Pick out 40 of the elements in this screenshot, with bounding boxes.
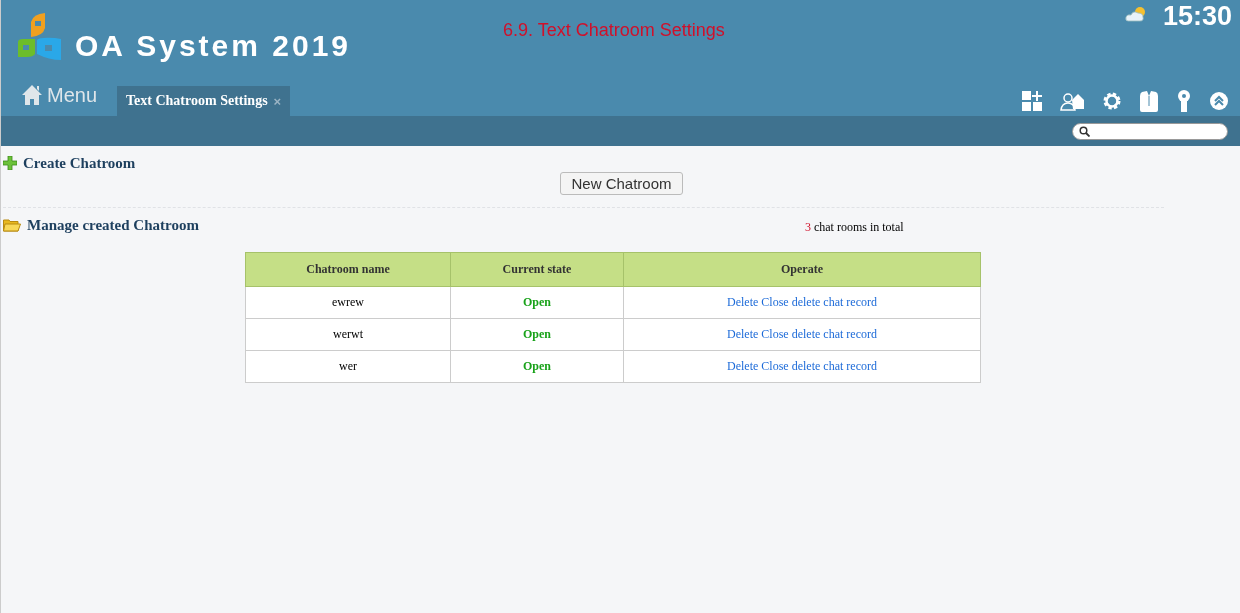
action-link[interactable]: Delete <box>727 295 759 309</box>
search-field[interactable] <box>1072 122 1228 140</box>
column-header: Operate <box>623 252 981 287</box>
column-header: Chatroom name <box>245 252 451 287</box>
collapse-icon[interactable] <box>1210 92 1228 110</box>
new-chatroom-button[interactable]: New Chatroom <box>560 172 683 195</box>
table-cell: werwt <box>245 318 451 351</box>
column-header: Current state <box>450 252 624 287</box>
action-link[interactable]: Close <box>761 359 789 373</box>
action-link[interactable]: Delete <box>727 359 759 373</box>
action-link[interactable]: Close <box>761 327 789 341</box>
app-title: OA System 2019 <box>75 29 352 63</box>
action-link[interactable]: delete chat record <box>791 359 877 373</box>
action-link[interactable]: Delete <box>727 327 759 341</box>
shirt-icon[interactable] <box>1140 90 1158 112</box>
user-home-icon[interactable] <box>1060 91 1084 111</box>
action-link[interactable]: Close <box>761 295 789 309</box>
table-cell: wer <box>245 350 451 383</box>
grid-add-icon[interactable] <box>1022 91 1042 111</box>
menu-button[interactable]: Menu <box>21 80 98 110</box>
status-cell: Open <box>450 286 624 319</box>
status-cell: Open <box>450 350 624 383</box>
action-link[interactable]: delete chat record <box>791 295 877 309</box>
tab[interactable]: Text Chatroom Settings × <box>117 86 291 116</box>
home-icon <box>21 84 43 106</box>
folder-icon <box>3 218 21 232</box>
status-cell: Open <box>450 318 624 351</box>
plus-icon <box>3 156 17 170</box>
search-icon <box>1079 125 1090 137</box>
section-title: Manage created Chatroom <box>27 216 199 234</box>
clock-time: 15:30 <box>1162 1 1232 32</box>
section-title: Create Chatroom <box>23 154 136 172</box>
table-cell: ewrew <box>245 286 451 319</box>
caption-text: 6.9. Text Chatroom Settings <box>503 20 725 41</box>
tab-label: Text Chatroom Settings <box>126 93 268 109</box>
key-icon[interactable] <box>1176 90 1192 112</box>
settings-icon[interactable] <box>1102 91 1122 111</box>
weather-icon <box>1124 6 1147 22</box>
chatroom-count: 3 chat rooms in total <box>804 219 904 235</box>
action-link[interactable]: delete chat record <box>791 327 877 341</box>
